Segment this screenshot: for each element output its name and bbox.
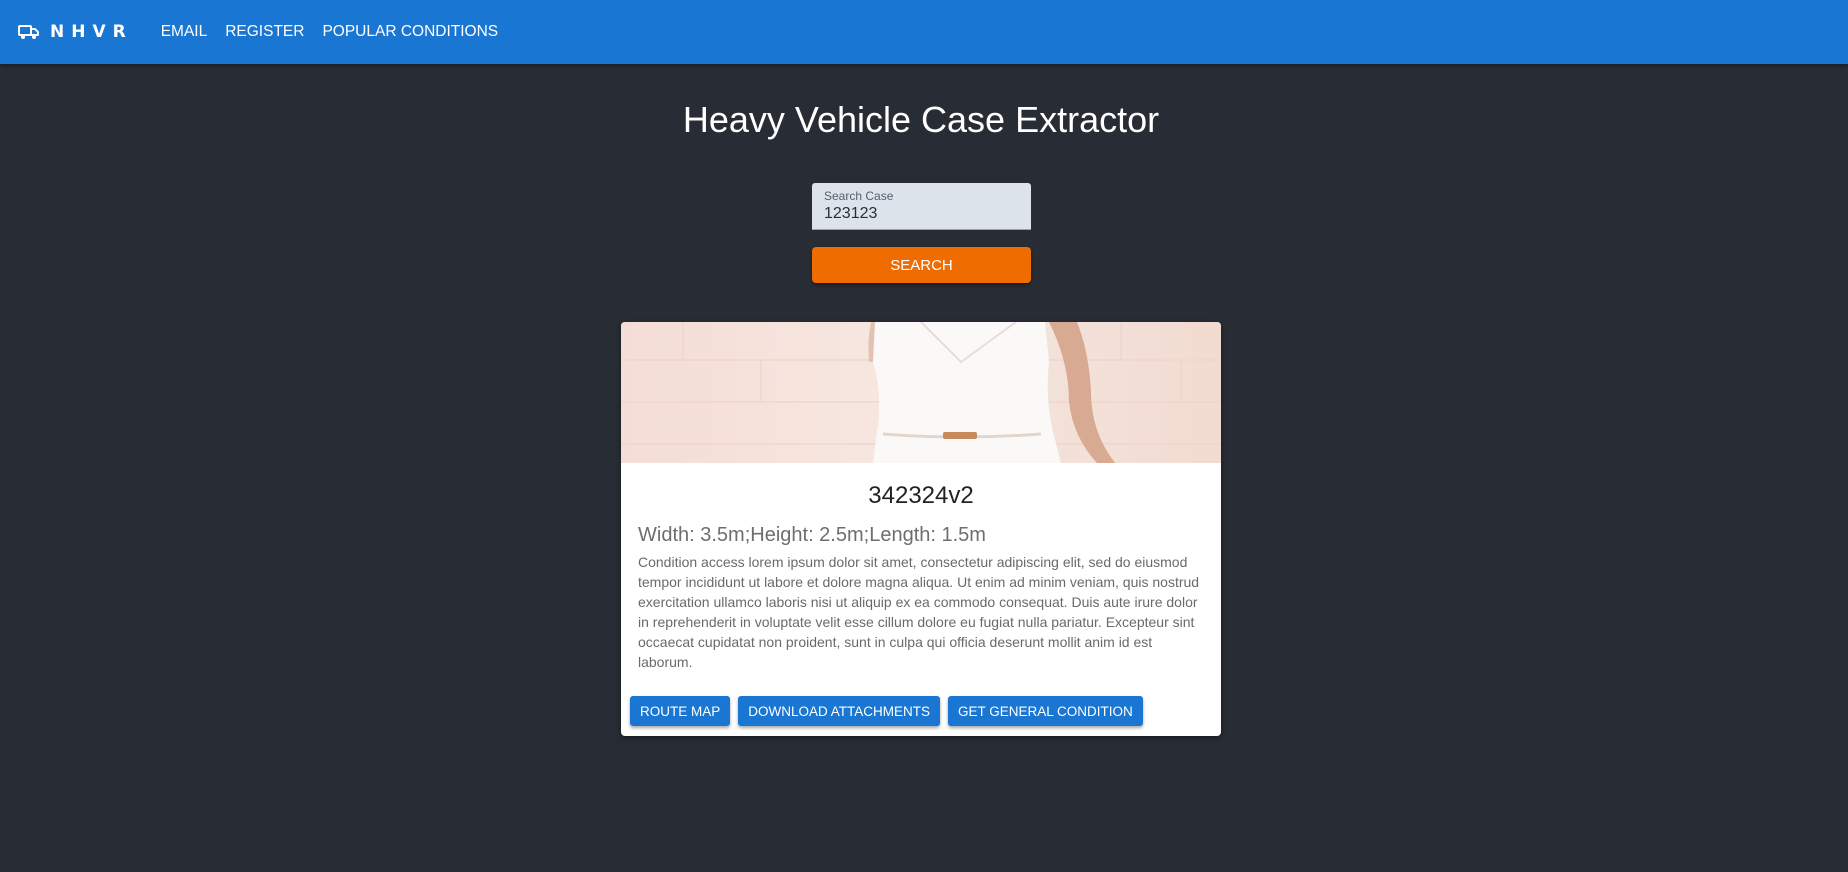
card-actions: ROUTE MAP DOWNLOAD ATTACHMENTS GET GENER… [630, 696, 1151, 726]
search-case-input[interactable] [824, 203, 1019, 223]
app-bar: NHVR EMAIL REGISTER POPULAR CONDITIONS [0, 0, 1848, 64]
nav-register[interactable]: REGISTER [225, 23, 304, 41]
nav-popular-conditions[interactable]: POPULAR CONDITIONS [322, 23, 498, 41]
nav-email[interactable]: EMAIL [161, 23, 208, 41]
case-card: 342324v2 Width: 3.5m;Height: 2.5m;Length… [621, 322, 1221, 736]
search-case-field[interactable]: Search Case [812, 183, 1031, 230]
case-dimensions: Width: 3.5m;Height: 2.5m;Length: 1.5m [638, 524, 986, 546]
brand[interactable]: NHVR [18, 22, 133, 42]
truck-icon [18, 24, 40, 40]
page-title: Heavy Vehicle Case Extractor [682, 99, 1160, 140]
search-button[interactable]: SEARCH [812, 247, 1031, 283]
route-map-button[interactable]: ROUTE MAP [630, 696, 731, 726]
brand-name: NHVR [50, 22, 133, 42]
case-title: 342324v2 [868, 482, 974, 509]
case-description: Condition access lorem ipsum dolor sit a… [638, 554, 1200, 670]
search-case-label: Search Case [824, 189, 894, 203]
download-attachments-button[interactable]: DOWNLOAD ATTACHMENTS [738, 696, 941, 726]
get-general-condition-button[interactable]: GET GENERAL CONDITION [948, 696, 1143, 726]
card-image [621, 322, 1221, 463]
